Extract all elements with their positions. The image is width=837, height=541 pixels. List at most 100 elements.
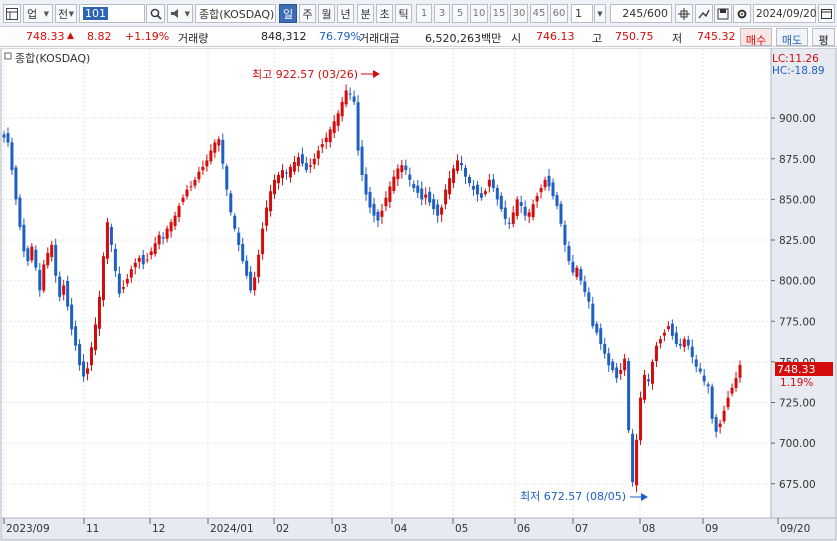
calendar-button[interactable] [818, 4, 835, 23]
price-change-pct: +1.19% [125, 30, 170, 43]
candle-body [531, 204, 535, 218]
candle-body [412, 183, 416, 188]
x-tick-label: 11 [86, 523, 99, 535]
candle-body [646, 379, 650, 382]
tab-period-second[interactable]: 초 [376, 4, 393, 23]
candle-body [241, 244, 245, 262]
tab-period-month[interactable]: 월 [318, 4, 335, 23]
chart-title: 종합(KOSDAQ) [15, 52, 90, 65]
candle-body [563, 224, 567, 245]
type-select[interactable]: 전 ▼ [55, 4, 77, 23]
x-tick-label: 12 [152, 523, 165, 535]
candle-body [157, 235, 161, 245]
candle-body [495, 187, 499, 200]
count-field[interactable]: 245/600 [610, 4, 672, 23]
tab-period-year-label: 년 [340, 7, 351, 21]
candle-body [137, 257, 141, 262]
candle-body [702, 375, 706, 382]
code-input[interactable]: 101 [79, 4, 145, 23]
candle-body [328, 129, 332, 143]
count-total: /600 [643, 7, 668, 20]
candle-body [539, 188, 543, 193]
candle-body [253, 277, 257, 291]
candle-body [193, 179, 197, 186]
interval-button-5[interactable]: 5 [452, 4, 468, 23]
x-tick-label: 04 [394, 523, 408, 535]
settings-button[interactable] [733, 4, 751, 23]
candle-body [452, 168, 456, 183]
candle-body [90, 347, 94, 366]
crosshair-button[interactable] [675, 4, 693, 23]
x-tick-label: 2023/09 [6, 523, 50, 535]
candle-body [471, 186, 475, 190]
interval-button-3[interactable]: 3 [434, 4, 450, 23]
tab-period-year[interactable]: 년 [337, 4, 354, 23]
gear-icon [737, 9, 747, 18]
candle-body [384, 197, 388, 207]
calendar-icon [821, 9, 832, 19]
index-name-field[interactable]: 종합(KOSDAQ) [195, 4, 276, 23]
candle-body [320, 144, 324, 148]
candle-body [344, 90, 348, 105]
candle-body [296, 157, 300, 166]
tab-period-tick[interactable]: 틱 [395, 4, 412, 23]
candle-body [432, 199, 436, 210]
interval-button-10[interactable]: 10 [470, 4, 488, 23]
volume-label: 거래량 [178, 32, 209, 45]
candle-body [105, 222, 109, 259]
x-tick-label: 09/20 [780, 523, 810, 535]
candle-body [288, 166, 292, 178]
candle-body [38, 269, 42, 291]
chevron-down-icon: ▼ [597, 9, 603, 18]
candle-body [6, 133, 10, 143]
candle-body [428, 191, 432, 203]
interval-button-30[interactable]: 30 [510, 4, 528, 23]
candle-body [463, 167, 467, 177]
candle-body [201, 166, 205, 171]
interval-button-60[interactable]: 60 [550, 4, 568, 23]
candle-body [643, 374, 647, 400]
low-value: 745.32 [697, 30, 736, 43]
price-chart-svg: 900.00875.00850.00825.00800.00775.00750.… [0, 47, 837, 541]
interval-input[interactable]: 1 [571, 4, 593, 23]
trendline-button[interactable] [695, 4, 713, 23]
interval-button-1[interactable]: 1 [416, 4, 432, 23]
candle-body [54, 244, 58, 276]
interval-button-45[interactable]: 45 [530, 4, 548, 23]
candle-body [2, 134, 6, 138]
candle-body [603, 343, 607, 354]
layout-icon[interactable] [3, 4, 21, 23]
date-field[interactable]: 2024/09/20 [753, 4, 817, 23]
buy-button[interactable]: 매수 [740, 28, 772, 47]
speaker-button[interactable]: ▼ [167, 4, 193, 23]
candle-body [149, 251, 153, 256]
volume-value: 848,312 [261, 30, 307, 43]
average-button[interactable]: 평 [812, 28, 835, 47]
sell-button[interactable]: 매도 [776, 28, 808, 47]
candle-body [265, 207, 269, 226]
candle-body [424, 194, 428, 198]
candle-body [436, 204, 440, 216]
candle-body [82, 361, 86, 377]
candle-body [511, 212, 515, 225]
candle-body [197, 171, 201, 180]
tab-period-week[interactable]: 주 [299, 4, 316, 23]
search-button[interactable] [146, 4, 165, 23]
price-chart[interactable]: 900.00875.00850.00825.00800.00775.00750.… [0, 47, 837, 541]
candle-body [734, 378, 738, 388]
candle-body [635, 439, 639, 486]
candle-body [229, 193, 233, 213]
candle-body [559, 203, 563, 224]
market-select[interactable]: 업 ▼ [23, 4, 53, 23]
save-button[interactable] [714, 4, 732, 23]
candle-body [448, 178, 452, 195]
interval-dropdown[interactable]: ▼ [594, 4, 606, 23]
candle-body [611, 361, 615, 370]
candle-body [416, 185, 420, 193]
open-label: 시 [511, 32, 522, 45]
tab-period-day[interactable]: 일 [279, 4, 297, 23]
candle-body [666, 326, 670, 329]
interval-button-15[interactable]: 15 [490, 4, 508, 23]
tab-period-minute[interactable]: 분 [357, 4, 374, 23]
candle-body [408, 174, 412, 180]
